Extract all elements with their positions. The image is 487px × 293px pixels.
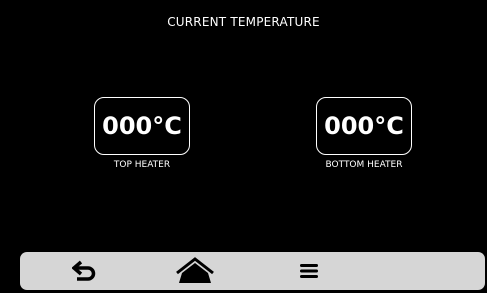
menu-icon: [300, 264, 318, 278]
top-heater-readout: 000°C: [94, 97, 190, 155]
menu-button[interactable]: [279, 252, 339, 290]
bottom-heater-readout: 000°C: [316, 97, 412, 155]
bottom-navigation-bar: [20, 252, 485, 290]
bottom-heater-label: BOTTOM HEATER: [325, 160, 403, 170]
temperature-screen: CURRENT TEMPERATURE 000°C TOP HEATER 000…: [0, 0, 487, 293]
back-button[interactable]: [55, 252, 115, 290]
top-heater-label: TOP HEATER: [113, 160, 171, 170]
home-icon: [176, 257, 214, 283]
home-button[interactable]: [165, 252, 225, 290]
back-icon: [72, 260, 96, 281]
bottom-heater-temperature-value: 000°C: [324, 112, 404, 140]
page-title: CURRENT TEMPERATURE: [167, 15, 320, 29]
top-heater-temperature-value: 000°C: [102, 112, 182, 140]
